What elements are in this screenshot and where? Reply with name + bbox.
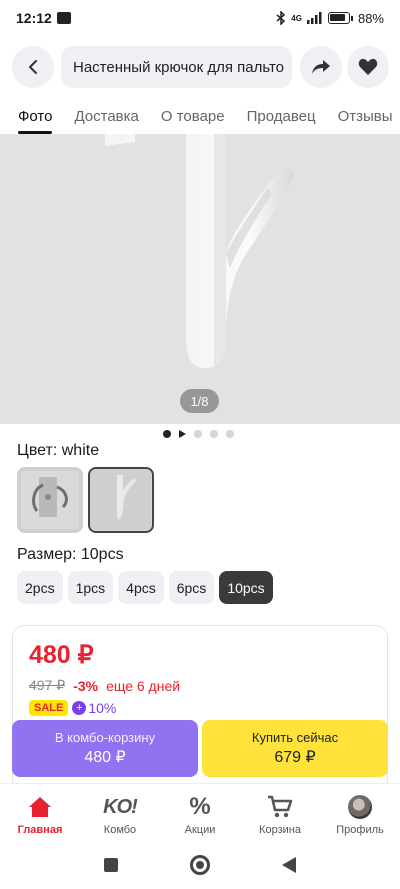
back-triangle-icon[interactable]: [282, 857, 296, 873]
favorite-button[interactable]: [347, 46, 389, 88]
bluetooth-icon: [276, 11, 286, 25]
color-swatch-chrome[interactable]: [17, 467, 83, 533]
color-label: Цвет: white: [17, 442, 100, 459]
system-navigation-bar: [0, 841, 400, 889]
share-arrow-icon: [312, 60, 330, 74]
white-hook-thumbnail: [90, 469, 151, 530]
combo-button-label: В комбо-корзину: [54, 730, 156, 745]
home-icon: [28, 794, 52, 820]
size-option-1pcs[interactable]: 1pcs: [67, 571, 114, 604]
discount-timer: еще 6 дней: [106, 677, 181, 694]
nav-promotions[interactable]: % Акции: [160, 784, 240, 841]
cart-icon: [267, 794, 293, 820]
bonus-plus-icon: +: [72, 701, 87, 715]
tab-reviews[interactable]: Отзывы: [338, 100, 393, 134]
percent-icon: %: [189, 793, 211, 820]
price-details: 497 ₽ -3% еще 6 дней: [29, 677, 180, 694]
bonus-percent: 10%: [88, 700, 117, 716]
nav-cart[interactable]: Корзина: [240, 784, 320, 841]
status-icons: 4G 88%: [276, 11, 384, 26]
gallery-counter: 1/8: [180, 389, 219, 413]
nav-combo[interactable]: KO! Комбо: [80, 784, 160, 841]
home-circle-icon[interactable]: [190, 855, 210, 875]
old-price: 497 ₽: [29, 677, 66, 693]
chrome-hook-thumbnail: [17, 467, 83, 533]
share-button[interactable]: [300, 46, 342, 88]
size-option-2pcs[interactable]: 2pcs: [17, 571, 63, 604]
network-label: 4G: [291, 13, 302, 23]
add-to-combo-cart-button[interactable]: В комбо-корзину 480 ₽: [12, 720, 198, 777]
product-photo: [0, 134, 400, 424]
bonus-badge: + 10%: [72, 700, 116, 716]
search-field[interactable]: Настенный крючок для пальто: [61, 46, 292, 88]
bottom-navigation: Главная KO! Комбо % Акции Корзина Профил…: [0, 783, 400, 841]
pagination-dot: [210, 430, 218, 438]
pagination-dot: [226, 430, 234, 438]
current-price: 480 ₽: [29, 641, 94, 669]
discount-percent: -3%: [73, 677, 99, 694]
combo-button-price: 480 ₽: [84, 749, 126, 766]
status-bar: 12:12 4G 88%: [0, 0, 400, 36]
tab-delivery[interactable]: Доставка: [74, 100, 138, 134]
recent-apps-icon[interactable]: [104, 858, 118, 872]
nav-label: Корзина: [259, 824, 301, 836]
tab-about[interactable]: О товаре: [161, 100, 225, 134]
signal-icon: [306, 12, 322, 24]
color-swatch-white[interactable]: [88, 467, 154, 533]
back-button[interactable]: [12, 46, 54, 88]
product-header: Настенный крючок для пальто: [0, 46, 400, 90]
pagination-dot: [194, 430, 202, 438]
tab-seller[interactable]: Продавец: [247, 100, 316, 134]
gallery-pagination: [163, 430, 234, 438]
ko-logo-icon: KO!: [103, 795, 138, 818]
size-option-10pcs[interactable]: 10pcs: [219, 571, 273, 604]
nav-home[interactable]: Главная: [0, 784, 80, 841]
battery-percent: 88%: [357, 10, 384, 26]
nav-label: Комбо: [103, 824, 137, 836]
avatar-icon: [348, 795, 372, 819]
tab-photo[interactable]: Фото: [18, 100, 53, 134]
nav-profile[interactable]: Профиль: [320, 784, 400, 841]
product-gallery[interactable]: 1/8: [0, 134, 400, 424]
promo-badges: SALE + 10%: [29, 700, 116, 716]
buy-button-price: 679 ₽: [274, 749, 316, 766]
notification-icon: [56, 12, 71, 24]
nav-label: Акции: [184, 824, 216, 836]
nav-label: Профиль: [336, 824, 384, 836]
size-option-4pcs[interactable]: 4pcs: [118, 571, 164, 604]
size-label: Размер: 10pcs: [17, 546, 124, 563]
heart-icon: [358, 58, 378, 75]
size-option-6pcs[interactable]: 6pcs: [168, 571, 215, 604]
buy-now-button[interactable]: Купить сейчас 679 ₽: [202, 720, 388, 777]
nav-label: Главная: [17, 824, 63, 836]
sale-badge: SALE: [29, 700, 69, 716]
size-options: 2pcs 1pcs 4pcs 6pcs 10pcs: [17, 571, 273, 604]
play-video-icon[interactable]: [179, 430, 186, 438]
chevron-left-icon: [29, 60, 37, 74]
buy-button-label: Купить сейчас: [251, 730, 339, 745]
battery-icon: [327, 12, 350, 24]
section-tabs: Фото Доставка О товаре Продавец Отзывы: [0, 100, 400, 134]
pagination-dot-active: [163, 430, 171, 438]
status-time: 12:12: [16, 10, 52, 26]
